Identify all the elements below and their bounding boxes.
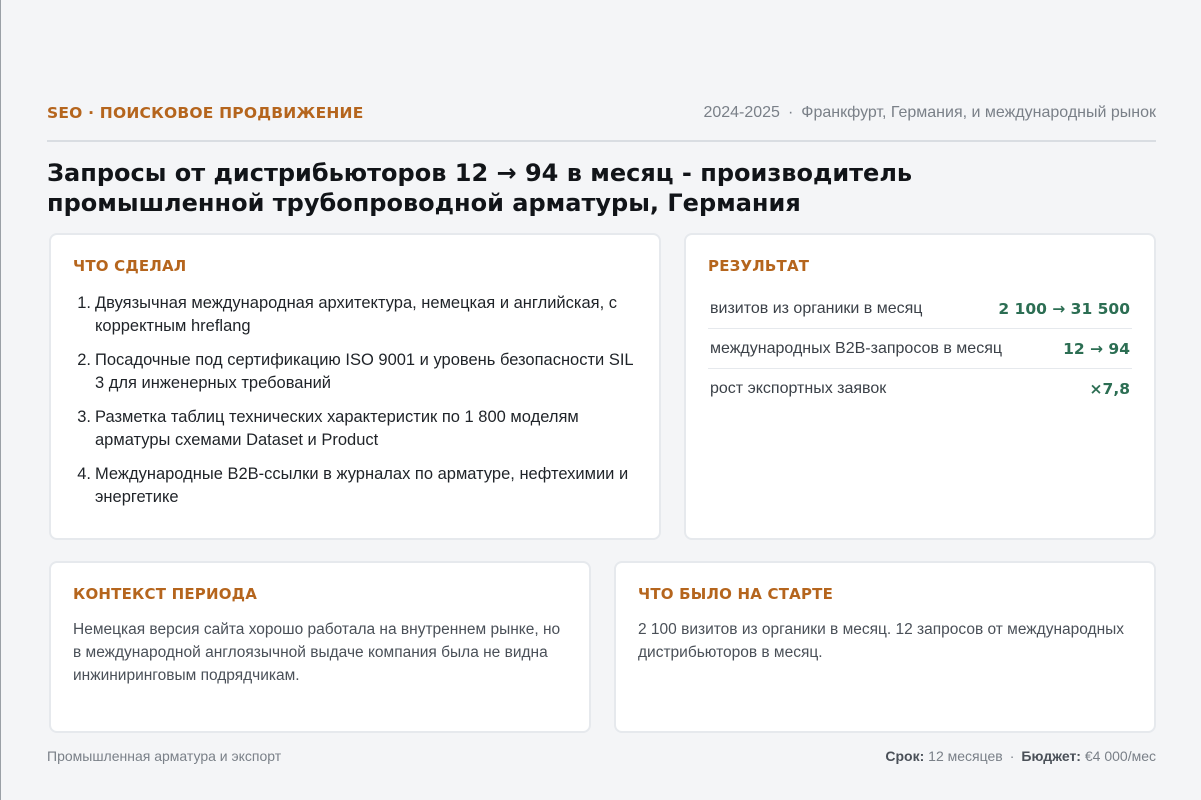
metric-label: рост экспортных заявок xyxy=(710,380,887,397)
footer-separator: · xyxy=(1009,748,1015,764)
metric-label: визитов из органики в месяц xyxy=(710,299,923,317)
project-years: 2024-2025 xyxy=(703,104,780,121)
footer: Промышленная арматура и экспорт Срок: 12… xyxy=(47,748,1156,764)
meta-separator: · xyxy=(787,104,794,121)
terms: Срок: 12 месяцев · Бюджет: €4 000/мес xyxy=(885,748,1156,764)
budget-value: €4 000/мес xyxy=(1084,748,1156,764)
metric-label: международных B2B-запросов в месяц xyxy=(710,339,1003,357)
context-card: КОНТЕКСТ ПЕРИОДА Немецкая версия сайта х… xyxy=(49,561,591,733)
industry-label: Промышленная арматура и экспорт xyxy=(47,748,282,764)
done-card: ЧТО СДЕЛАЛ 1. Двуязычная международная ар… xyxy=(49,233,661,540)
context-card-label: КОНТЕКСТ ПЕРИОДА xyxy=(73,585,258,603)
page-title: Запросы от дистрибьюторов 12 → 94 в меся… xyxy=(47,159,913,217)
project-location: Франкфурт, Германия, и международный рын… xyxy=(801,104,1156,121)
done-list-item: 2. Посадочные под сертификацию ISO 9001 и… xyxy=(77,351,633,392)
term-value: 12 месяцев xyxy=(928,748,1003,764)
context-text: Немецкая версия сайта хорошо работала на… xyxy=(73,621,561,684)
metric-row: рост экспортных заявок ×7,8 xyxy=(708,369,1132,409)
done-card-label: ЧТО СДЕЛАЛ xyxy=(73,257,187,275)
metric-value: ×7,8 xyxy=(1089,380,1130,398)
budget-label: Бюджет: xyxy=(1021,748,1081,764)
metric-value: 2 100 → 31 500 xyxy=(998,299,1130,318)
project-meta: 2024-2025 · Франкфурт, Германия, и междуна… xyxy=(703,104,1156,122)
result-card-label: РЕЗУЛЬТАТ xyxy=(708,257,810,275)
done-list-item: 3. Разметка таблиц технических характерис… xyxy=(77,408,579,449)
start-text: 2 100 визитов из органики в месяц. 12 за… xyxy=(638,621,1125,661)
start-card-label: ЧТО БЫЛО НА СТАРТЕ xyxy=(638,585,834,603)
done-list: 1. Двуязычная международная архитектура, … xyxy=(73,292,637,509)
done-list-item: 1. Двуязычная международная архитектура, … xyxy=(77,294,617,335)
metric-row: международных B2B-запросов в месяц 12 → … xyxy=(708,329,1132,369)
category-label: SEO · ПОИСКОВОЕ ПРОДВИЖЕНИЕ xyxy=(47,104,364,122)
start-card: ЧТО БЫЛО НА СТАРТЕ 2 100 визитов из орга… xyxy=(614,561,1156,733)
metric-row: визитов из органики в месяц 2 100 → 31 5… xyxy=(708,289,1132,329)
term-label: Срок: xyxy=(885,748,925,764)
result-card: РЕЗУЛЬТАТ визитов из органики в месяц 2 … xyxy=(684,233,1156,540)
metric-value: 12 → 94 xyxy=(1063,339,1130,358)
done-list-item: 4. Международные B2B-ссылки в журналах по… xyxy=(77,465,629,506)
header-bar: SEO · ПОИСКОВОЕ ПРОДВИЖЕНИЕ 2024-2025 · Фр… xyxy=(47,104,1156,142)
